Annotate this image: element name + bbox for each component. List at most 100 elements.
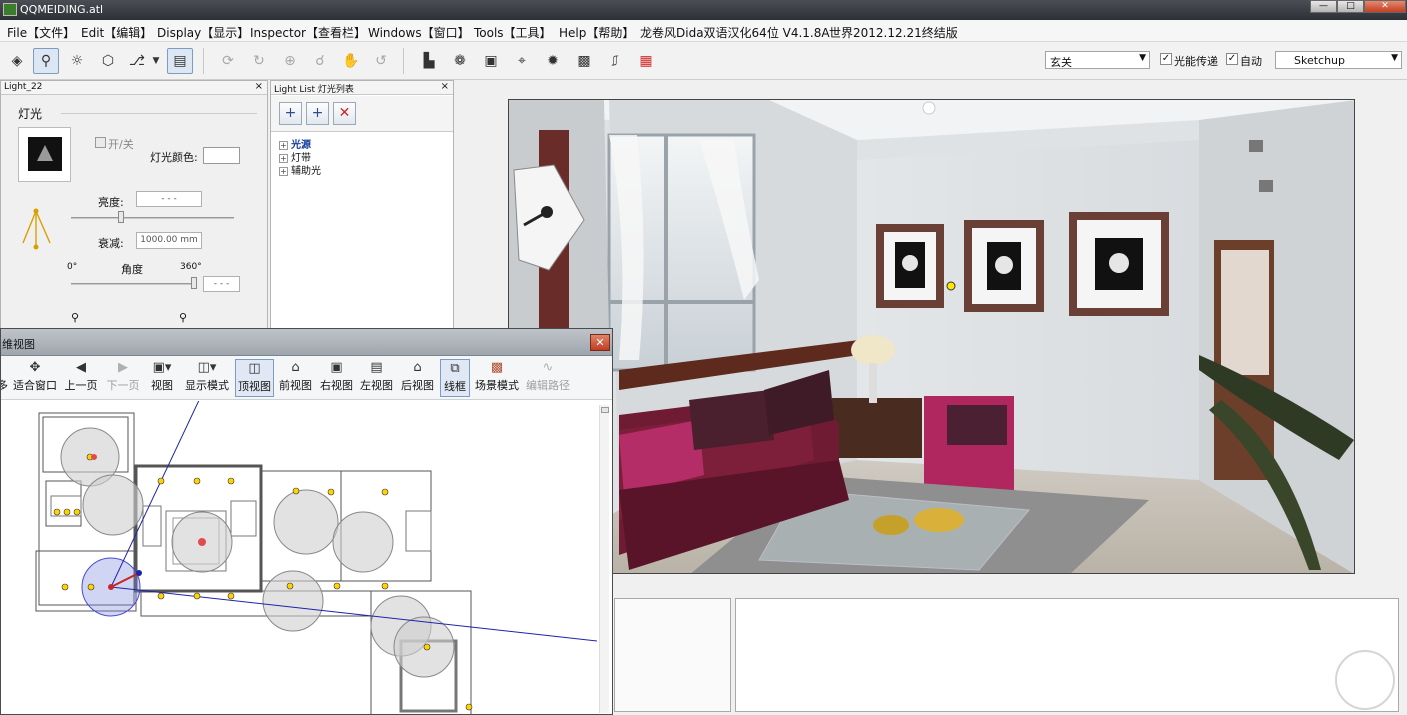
light-panel-header: Light_22 × [1, 81, 267, 95]
view-icon: ▣▾ [152, 360, 172, 375]
delete-light-button[interactable]: ✕ [333, 102, 356, 125]
paint-bucket-icon[interactable]: ◈ [4, 48, 30, 74]
crop-icon[interactable]: ⌖ [509, 48, 535, 74]
light-list-toolbar: + + ✕ [271, 96, 453, 132]
materials-icon[interactable]: ❁ [447, 48, 473, 74]
tree-item-fill-light[interactable]: + 辅助光 [279, 162, 321, 177]
panel-icon[interactable]: ▤ [167, 48, 193, 74]
zoom-region-icon[interactable]: ⊕ [277, 48, 303, 74]
fp-wireframe-button[interactable]: ⧉ 线框 [440, 359, 470, 397]
fp-right-view-button[interactable]: ▣ 右视图 [318, 359, 355, 397]
light-toggle-checkbox[interactable] [95, 137, 106, 148]
fp-scene-mode-button[interactable]: ▩ 场景模式 [473, 359, 521, 397]
cube-icon[interactable]: ⬡ [95, 48, 121, 74]
back-view-icon: ⌂ [413, 360, 422, 375]
spotlight-gizmo-icon [19, 207, 55, 251]
floorplan-title-bar[interactable]: 维视图 ✕ [1, 329, 612, 356]
sketchup-select[interactable]: Sketchup ▼ [1275, 51, 1402, 69]
brightness-slider[interactable] [71, 211, 234, 223]
fp-back-view-button[interactable]: ⌂ 后视图 [399, 359, 436, 397]
scrollbar-up-arrow[interactable] [601, 407, 609, 413]
light-panel-close-button[interactable]: × [255, 81, 263, 92]
angle-max-label: 360° [180, 262, 202, 272]
image-icon[interactable]: ▩ [571, 48, 597, 74]
fp-edit-path-button[interactable]: ∿ 编辑路径 [524, 359, 572, 397]
expand-icon[interactable]: + [279, 166, 288, 176]
orbit-icon[interactable]: ↺ [368, 48, 394, 74]
right-view-icon: ▣ [330, 360, 343, 375]
angle-slider[interactable] [71, 277, 197, 289]
minimize-button[interactable]: — [1310, 0, 1337, 13]
export-icon[interactable]: ⎎ [602, 48, 628, 74]
floorplan-scrollbar[interactable] [599, 405, 609, 713]
light-toggle-label: 开/关 [108, 138, 134, 151]
angle-label: 角度 [121, 263, 143, 276]
zoom-icon[interactable]: ☌ [307, 48, 333, 74]
light-color-swatch[interactable] [203, 147, 240, 164]
sun-icon[interactable]: ☼ [64, 48, 90, 74]
floorplan-drawing [35, 395, 598, 714]
import-icon[interactable]: ▙ [416, 48, 442, 74]
light-list-panel: Light List 灯光列表 × + + ✕ + 光源 + 灯带 + 辅助光 [270, 80, 454, 330]
angle-slider-thumb[interactable] [191, 277, 197, 289]
angle-input[interactable]: - - - [203, 276, 240, 292]
style-select[interactable]: 玄关 ▼ [1045, 51, 1150, 69]
walk-icon[interactable]: ↻ [246, 48, 272, 74]
brightness-slider-thumb[interactable] [118, 211, 124, 223]
fp-fit-window-button[interactable]: ✥ 适合窗口 [11, 359, 59, 397]
light-panel-tab[interactable]: Light_22 [4, 82, 42, 92]
fp-prev-page-button[interactable]: ◀ 上一页 [62, 359, 100, 397]
menu-inspector[interactable]: Inspector【查看栏】 [250, 24, 366, 41]
auto-checkbox[interactable]: ✓ [1226, 53, 1238, 65]
close-button[interactable]: ✕ [1364, 0, 1406, 13]
floorplan-window: 维视图 ✕ 多 ✥适合窗口 ◀上一页 ▶下一页 ▣▾视图 ◫▾显示模式 ◫顶视图… [0, 328, 613, 715]
light-source-icon[interactable]: ⚲ [179, 311, 187, 324]
sketchup-select-value: Sketchup [1294, 54, 1346, 67]
display-mode-icon: ◫▾ [197, 360, 217, 375]
floorplan-canvas[interactable] [1, 395, 598, 714]
light-target-icon[interactable]: ⚲ [71, 311, 79, 324]
menu-windows[interactable]: Windows【窗口】 [368, 24, 470, 41]
light-icon[interactable]: ⚲ [33, 48, 59, 74]
fp-move-button[interactable]: 多 [1, 359, 8, 397]
menu-help[interactable]: Help【帮助】 [559, 24, 634, 41]
menu-version[interactable]: 龙卷风Dida双语汉化64位 V4.1.8A [640, 24, 830, 41]
light-section-title: 灯光 [18, 107, 43, 121]
render-viewport[interactable] [508, 99, 1355, 574]
menu-edit[interactable]: Edit【编辑】 [81, 24, 152, 41]
add-light-button[interactable]: + [306, 102, 329, 125]
fp-view-button[interactable]: ▣▾ 视图 [146, 359, 178, 397]
edit-path-icon: ∿ [542, 360, 554, 375]
add-group-button[interactable]: + [279, 102, 302, 125]
fp-next-page-button[interactable]: ▶ 下一页 [104, 359, 142, 397]
light-preview [18, 127, 71, 182]
attenuation-input[interactable]: 1000.00 mm [136, 232, 202, 249]
maximize-button[interactable]: □ [1337, 0, 1364, 13]
photometric-checkbox[interactable]: ✓ [1160, 53, 1172, 65]
capture-icon[interactable]: ▦ [633, 48, 659, 74]
floorplan-close-button[interactable]: ✕ [590, 334, 610, 351]
arrow-right-icon: ▶ [118, 360, 128, 375]
menu-file[interactable]: File【文件】 [7, 24, 75, 41]
render-icon[interactable]: ▣ [478, 48, 504, 74]
chevron-down-icon[interactable]: ▼ [148, 48, 164, 74]
rotate-icon[interactable]: ⟳ [215, 48, 241, 74]
menu-display[interactable]: Display【显示】 [157, 24, 249, 41]
floorplan-toolbar: 多 ✥适合窗口 ◀上一页 ▶下一页 ▣▾视图 ◫▾显示模式 ◫顶视图 ⌂前视图 … [1, 356, 612, 400]
wireframe-icon: ⧉ [450, 361, 460, 376]
fp-display-mode-button[interactable]: ◫▾ 显示模式 [182, 359, 232, 397]
light-list-title: Light List 灯光列表 [274, 85, 354, 95]
hand-icon[interactable]: ✋ [338, 48, 364, 74]
window-title: QQMEIDING.atl [20, 3, 104, 16]
fp-front-view-button[interactable]: ⌂ 前视图 [277, 359, 314, 397]
cursor-icon[interactable]: ⎇ [124, 48, 150, 74]
menu-edition[interactable]: 世界2012.12.21终结版 [829, 24, 958, 41]
settings-icon[interactable]: ✹ [540, 48, 566, 74]
light-list-close-button[interactable]: × [441, 81, 449, 92]
top-view-icon: ◫ [248, 361, 261, 376]
app-window: QQMEIDING.atl — □ ✕ File【文件】 Edit【编辑】 Di… [0, 0, 1407, 715]
fp-left-view-button[interactable]: ▤ 左视图 [358, 359, 395, 397]
fp-top-view-button[interactable]: ◫ 顶视图 [235, 359, 274, 397]
brightness-input[interactable]: - - - [136, 191, 202, 207]
menu-tools[interactable]: Tools【工具】 [474, 24, 552, 41]
